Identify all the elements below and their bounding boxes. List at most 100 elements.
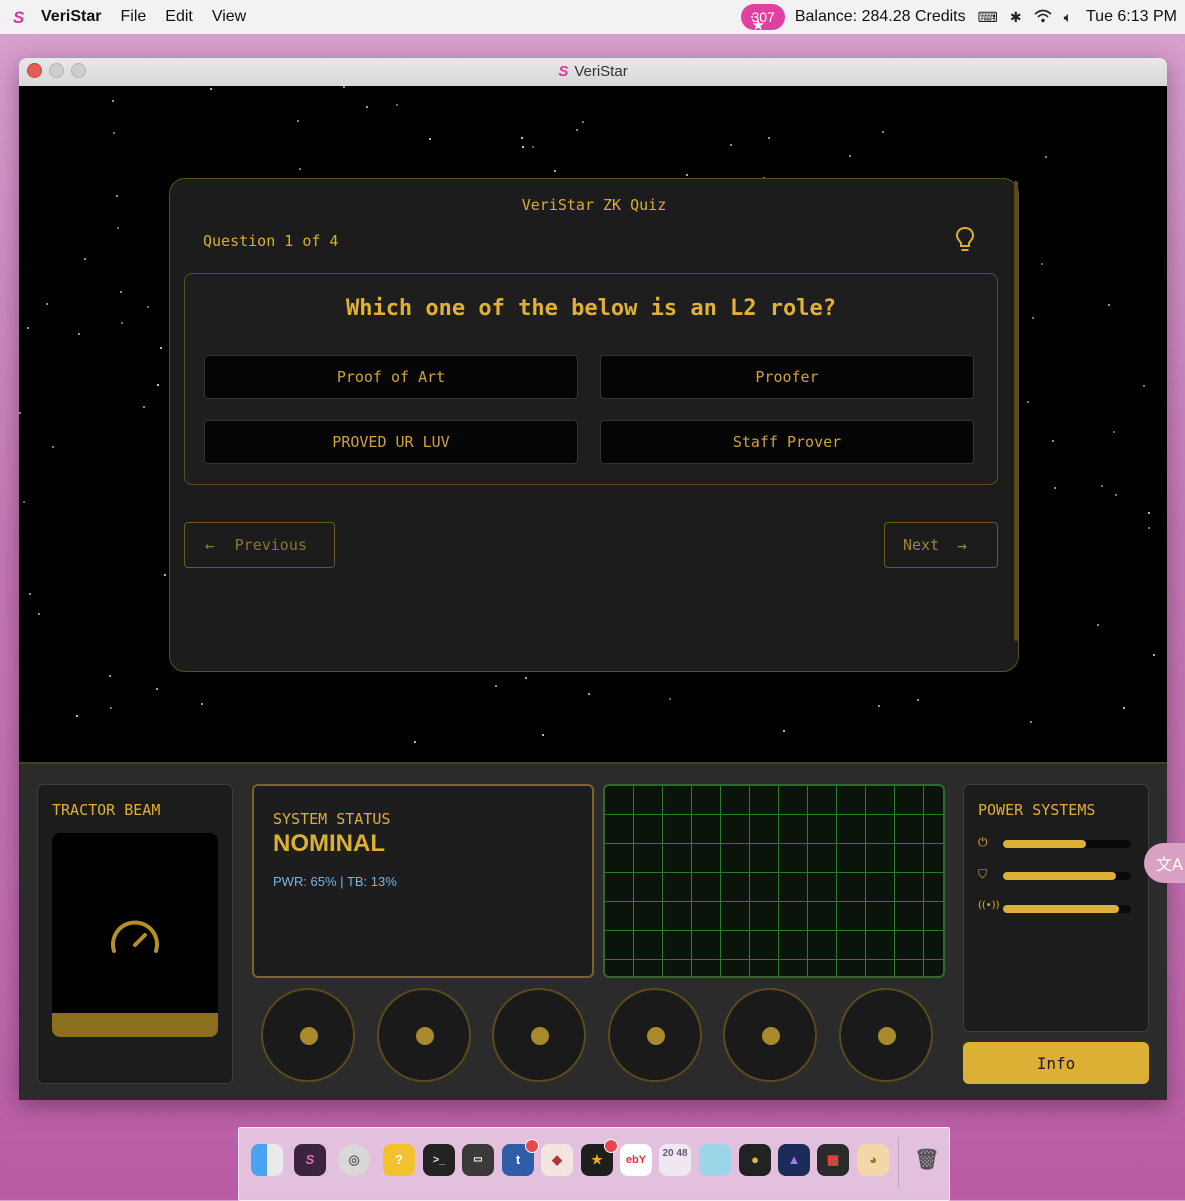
shield-icon: ⛉: [978, 867, 988, 881]
quiz-scrollbar[interactable]: [1014, 181, 1018, 641]
server-icon[interactable]: ▭: [462, 1144, 494, 1176]
wifi-icon[interactable]: [1034, 9, 1052, 26]
2048-icon[interactable]: 20 48: [659, 1144, 691, 1176]
star-dot: [1148, 527, 1151, 530]
star-dot: [587, 693, 590, 696]
cat-icon[interactable]: ◕: [857, 1144, 889, 1176]
tile-2048-label: 20 48: [662, 1148, 688, 1159]
star-dot: [28, 592, 31, 595]
star-dot: [541, 733, 544, 736]
translate-icon[interactable]: 文A: [1144, 843, 1185, 883]
star-dot: [160, 347, 163, 350]
coin-app-icon[interactable]: ●: [739, 1144, 771, 1176]
answer-option-4[interactable]: Staff Prover: [600, 420, 974, 464]
star-dot: [1142, 384, 1145, 387]
terminal-icon[interactable]: >_: [423, 1144, 455, 1176]
title-bar: S VeriStar: [19, 58, 1167, 87]
signal-icon: ((•)): [978, 900, 1000, 911]
star-dot: [200, 702, 203, 705]
stars-badge[interactable]: ★ 307: [741, 4, 785, 34]
quiz-title: VeriStar ZK Quiz: [521, 196, 667, 214]
starfield: VeriStar ZK Quiz Question 1 of 4 Which o…: [19, 86, 1167, 762]
wine-icon[interactable]: ◆: [541, 1144, 573, 1176]
calculator-icon[interactable]: ▦: [817, 1144, 849, 1176]
star-dot: [77, 333, 80, 336]
dock-divider: [898, 1138, 899, 1188]
knob-dot: [531, 1027, 549, 1045]
menu-app-name[interactable]: VeriStar: [41, 8, 101, 26]
control-knob-1[interactable]: [261, 988, 355, 1082]
star-dot: [38, 612, 41, 615]
knob-dot: [878, 1027, 896, 1045]
star-dot: [115, 195, 118, 198]
info-button[interactable]: Info: [963, 1042, 1149, 1084]
star-dot: [52, 445, 54, 448]
star-dot: [342, 86, 345, 89]
volume-icon[interactable]: 🔈︎: [1064, 9, 1072, 26]
power-bar-main: [1003, 840, 1087, 848]
lightbulb-icon[interactable]: [954, 225, 976, 255]
tumblr-icon[interactable]: t: [502, 1139, 539, 1176]
veristar-icon[interactable]: S: [294, 1144, 326, 1176]
star-dot: [582, 120, 585, 123]
question-box: Which one of the below is an L2 role? Pr…: [184, 273, 998, 485]
control-knob-3[interactable]: [492, 988, 586, 1082]
notification-badge: [525, 1139, 539, 1153]
star-dot: [1115, 494, 1118, 497]
shield-track: [1003, 872, 1131, 880]
game-icon[interactable]: ★: [581, 1139, 618, 1176]
answer-option-2[interactable]: Proofer: [600, 355, 974, 399]
next-button[interactable]: Next →: [884, 522, 998, 568]
answer-option-3[interactable]: PROVED UR LUV: [204, 420, 578, 464]
star-dot: [532, 146, 535, 149]
veristar-logo-icon[interactable]: S: [13, 8, 29, 27]
tractor-beam-level: [52, 1013, 218, 1037]
finder-icon[interactable]: [251, 1144, 283, 1176]
veristar-small-icon: S: [558, 63, 569, 80]
pixel-art-icon[interactable]: [699, 1144, 731, 1176]
bluetooth-icon[interactable]: ✱: [1010, 9, 1022, 26]
signal-track: [1003, 905, 1131, 913]
window-title-text: VeriStar: [574, 63, 628, 80]
globe-icon[interactable]: ◎: [338, 1144, 370, 1176]
power-bar-shield: [1003, 872, 1116, 880]
control-knob-2[interactable]: [377, 988, 471, 1082]
power-row-signal: ((•)): [978, 900, 1138, 916]
control-knob-5[interactable]: [723, 988, 817, 1082]
star-dot: [1147, 511, 1150, 514]
keyboard-icon[interactable]: ⌨: [978, 9, 998, 26]
monster-icon[interactable]: ▲: [778, 1144, 810, 1176]
star-dot: [109, 706, 112, 709]
star-dot: [1051, 439, 1054, 442]
tractor-beam-display[interactable]: [52, 833, 218, 1037]
question-app-icon[interactable]: ?: [383, 1144, 415, 1176]
menu-edit[interactable]: Edit: [165, 8, 193, 26]
star-dot: [668, 698, 671, 701]
star-dot: [1107, 303, 1110, 306]
clock[interactable]: Tue 6:13 PM: [1086, 8, 1177, 26]
control-knob-4[interactable]: [608, 988, 702, 1082]
star-dot: [156, 688, 159, 691]
star-dot: [365, 105, 368, 108]
trash-icon[interactable]: 🗑︎: [911, 1144, 943, 1176]
control-knob-6[interactable]: [839, 988, 933, 1082]
answer-option-1[interactable]: Proof of Art: [204, 355, 578, 399]
star-dot: [553, 169, 556, 172]
ebay-icon[interactable]: ebY: [620, 1144, 652, 1176]
star-dot: [164, 574, 167, 577]
balance-title: Balance:: [794, 8, 858, 25]
star-dot: [878, 705, 881, 708]
power-track: [1003, 840, 1131, 848]
previous-button[interactable]: ← Previous: [184, 522, 335, 568]
star-dot: [296, 120, 299, 123]
star-dot: [783, 729, 786, 732]
menu-file[interactable]: File: [120, 8, 146, 26]
star-dot: [1097, 623, 1100, 626]
previous-label: Previous: [234, 536, 307, 554]
star-dot: [119, 290, 122, 293]
star-dot: [849, 155, 851, 158]
star-dot: [494, 685, 497, 688]
menu-view[interactable]: View: [212, 8, 246, 26]
power-systems-panel: POWER SYSTEMS ⏻ ⛉ ((•)): [963, 784, 1149, 1032]
app-window: S VeriStar VeriStar ZK Quiz Question 1 of…: [19, 58, 1167, 1100]
